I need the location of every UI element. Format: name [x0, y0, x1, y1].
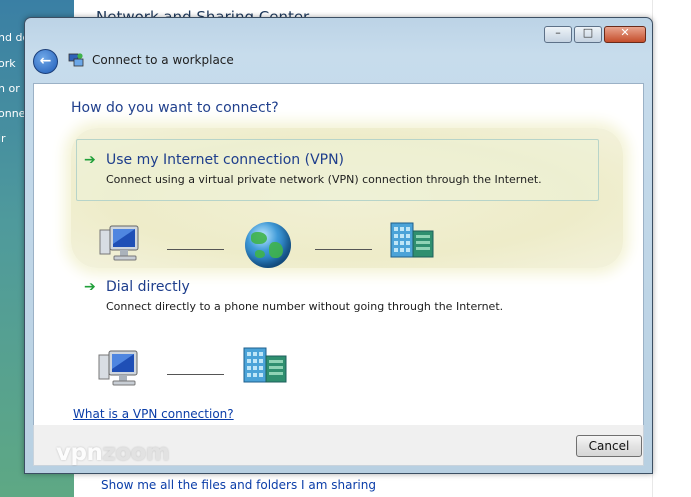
- vpn-help-link[interactable]: What is a VPN connection?: [73, 407, 234, 421]
- connection-line: [167, 249, 224, 250]
- vpn-option-arrow-icon: ➔: [84, 152, 96, 168]
- computer-icon: [98, 350, 138, 386]
- dialog-content: How do you want to connect? ➔ Use my Int…: [33, 83, 644, 426]
- background-nav-fragment[interactable]: n or: [0, 82, 20, 95]
- internet-globe-icon: [245, 222, 291, 268]
- dial-option-arrow-icon: ➔: [84, 279, 96, 295]
- connection-line: [315, 249, 372, 250]
- background-nav-fragment[interactable]: ork: [0, 57, 16, 70]
- vpn-option-title[interactable]: Use my Internet connection (VPN): [106, 152, 344, 168]
- close-button[interactable]: ✕: [604, 26, 646, 43]
- cancel-button[interactable]: Cancel: [576, 435, 642, 457]
- show-shared-files-link[interactable]: Show me all the files and folders I am s…: [101, 478, 376, 492]
- close-icon: ✕: [620, 26, 630, 39]
- vpn-option-description: Connect using a virtual private network …: [106, 173, 542, 186]
- background-nav-fragment[interactable]: onne: [0, 107, 25, 120]
- back-button[interactable]: ←: [33, 49, 58, 74]
- network-connection-icon: [68, 53, 84, 67]
- page-heading: How do you want to connect?: [71, 100, 279, 116]
- back-arrow-icon: ←: [39, 53, 52, 69]
- computer-icon: [99, 225, 139, 261]
- maximize-icon: □: [582, 26, 594, 39]
- dialog-title: Connect to a workplace: [92, 53, 234, 67]
- connection-line: [167, 374, 224, 375]
- dial-option-title[interactable]: Dial directly: [106, 279, 190, 295]
- workplace-building-icon: [243, 347, 287, 383]
- dial-option-description: Connect directly to a phone number witho…: [106, 300, 504, 313]
- workplace-building-icon: [390, 222, 434, 258]
- connect-workplace-dialog: – □ ✕ ← Connect to a workplace How do yo…: [24, 17, 653, 474]
- minimize-button[interactable]: –: [544, 26, 572, 43]
- minimize-icon: –: [555, 26, 561, 39]
- background-window-right-pane: [652, 0, 691, 497]
- window-controls: – □ ✕: [544, 26, 646, 43]
- background-nav-fragment[interactable]: ir: [0, 132, 6, 145]
- vpn-option[interactable]: [76, 139, 599, 201]
- maximize-button[interactable]: □: [574, 26, 602, 43]
- vpnzoom-watermark-logo: vpnzoom: [56, 440, 170, 466]
